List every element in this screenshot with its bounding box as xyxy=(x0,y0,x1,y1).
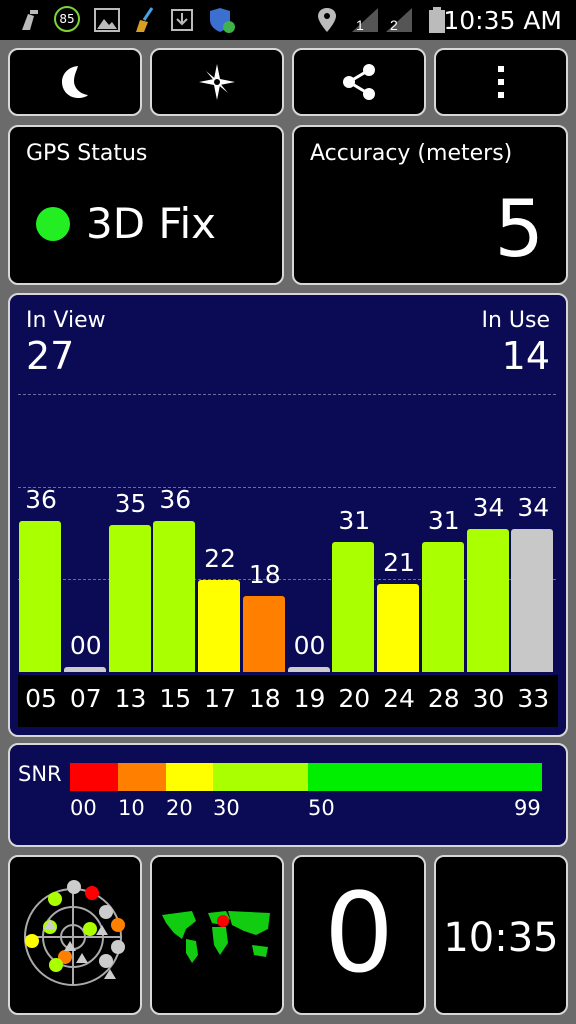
snr-tick-label: 00 xyxy=(70,796,97,820)
snr-value-label: 36 xyxy=(159,484,192,514)
snr-value-label: 35 xyxy=(114,489,147,518)
in-view-count: 27 xyxy=(26,334,75,378)
gps-status-panel: GPS Status 3D Fix xyxy=(8,125,284,285)
cleaner-icon xyxy=(22,10,38,30)
snr-value-label: 00 xyxy=(293,631,326,660)
grid-line xyxy=(18,394,556,395)
battery-85-label: 85 xyxy=(59,12,75,26)
in-use-label: In Use xyxy=(481,308,550,333)
snr-value-label: 31 xyxy=(338,505,371,535)
status-time: 10:35 AM xyxy=(443,6,562,35)
snr-value-label: 36 xyxy=(25,484,57,514)
clock-tile[interactable]: 10:35 xyxy=(434,855,568,1015)
share-icon xyxy=(343,64,375,100)
battery-85-icon: 85 xyxy=(54,6,80,32)
snr-value-label: 34 xyxy=(472,493,505,523)
compass-star-icon xyxy=(199,64,235,100)
location-pin-icon xyxy=(318,8,336,32)
prn-label: 17 xyxy=(204,684,236,713)
prn-label: 24 xyxy=(383,684,415,713)
snr-tick-label: 30 xyxy=(213,796,240,820)
night-mode-button[interactable] xyxy=(8,48,142,116)
compass-button[interactable] xyxy=(150,48,284,116)
snr-bar-19 xyxy=(287,667,330,672)
snr-bar-28 xyxy=(421,541,464,672)
moon-icon xyxy=(62,66,88,98)
in-view-label: In View xyxy=(26,308,106,333)
gallery-icon xyxy=(94,8,120,32)
snr-bar-07 xyxy=(63,667,106,672)
gps-fix-value: 3D Fix xyxy=(86,199,217,248)
snr-color-segment xyxy=(308,763,542,791)
speed-value: 0 xyxy=(324,869,394,997)
snr-value-label: 34 xyxy=(517,493,550,523)
snr-bar-33 xyxy=(511,529,554,672)
gps-status-label: GPS Status xyxy=(26,141,148,166)
in-use-count: 14 xyxy=(501,334,550,378)
speed-tile[interactable]: 0 xyxy=(292,855,426,1015)
snr-bar-24 xyxy=(377,583,419,672)
prn-label: 07 xyxy=(69,684,102,713)
snr-legend-panel xyxy=(8,743,568,847)
snr-tick-label: 99 xyxy=(514,796,541,820)
accuracy-value: 5 xyxy=(494,185,544,275)
clock-value: 10:35 xyxy=(443,915,559,961)
signal-1-icon: 1 xyxy=(352,8,378,33)
more-button[interactable] xyxy=(434,48,568,116)
snr-value-label: 21 xyxy=(383,547,415,577)
prn-label: 33 xyxy=(517,684,550,713)
broom-icon xyxy=(136,7,154,32)
signal-2-icon: 2 xyxy=(386,8,412,33)
snr-tick-label: 50 xyxy=(308,796,335,820)
shield-icon xyxy=(210,8,235,33)
snr-value-label: 00 xyxy=(69,631,102,660)
snr-color-segment xyxy=(213,763,308,791)
snr-value-label: 22 xyxy=(204,543,236,573)
snr-bar-17 xyxy=(198,579,240,672)
sky-plot-icon xyxy=(24,880,125,986)
svg-text:2: 2 xyxy=(390,17,398,33)
share-button[interactable] xyxy=(292,48,426,116)
svg-text:1: 1 xyxy=(356,17,364,33)
overflow-menu-icon xyxy=(498,66,504,98)
fix-indicator-icon xyxy=(36,207,70,241)
prn-label: 18 xyxy=(248,684,281,713)
prn-label: 20 xyxy=(338,684,371,713)
snr-value-label: 18 xyxy=(248,560,281,590)
snr-tick-label: 20 xyxy=(166,796,193,820)
prn-label: 19 xyxy=(293,684,326,713)
snr-bar-30 xyxy=(466,529,509,672)
snr-bar-15 xyxy=(153,520,196,672)
prn-label: 13 xyxy=(114,684,147,713)
prn-label: 05 xyxy=(25,684,57,713)
prn-label: 15 xyxy=(159,684,192,713)
accuracy-panel: Accuracy (meters) 5 xyxy=(292,125,568,285)
snr-tick-label: 10 xyxy=(118,796,145,820)
status-bar: 85 1 2 10:35 AM xyxy=(0,0,576,40)
snr-label: SNR xyxy=(18,762,62,786)
snr-value-label: 31 xyxy=(427,505,460,535)
prn-label: 30 xyxy=(472,684,505,713)
sky-view-button[interactable] xyxy=(8,855,142,1015)
snr-bar-20 xyxy=(332,541,375,672)
snr-color-segment xyxy=(70,763,118,791)
grid-line xyxy=(18,487,556,488)
prn-label: 28 xyxy=(427,684,460,713)
snr-color-segment xyxy=(166,763,213,791)
accuracy-label: Accuracy (meters) xyxy=(310,141,513,166)
snr-bar-13 xyxy=(108,525,151,672)
download-icon xyxy=(171,9,193,31)
world-map-icon xyxy=(158,909,276,965)
world-map-button[interactable] xyxy=(150,855,284,1015)
snr-color-segment xyxy=(118,763,166,791)
snr-bar-18 xyxy=(242,596,285,672)
snr-bar-05 xyxy=(19,520,61,672)
